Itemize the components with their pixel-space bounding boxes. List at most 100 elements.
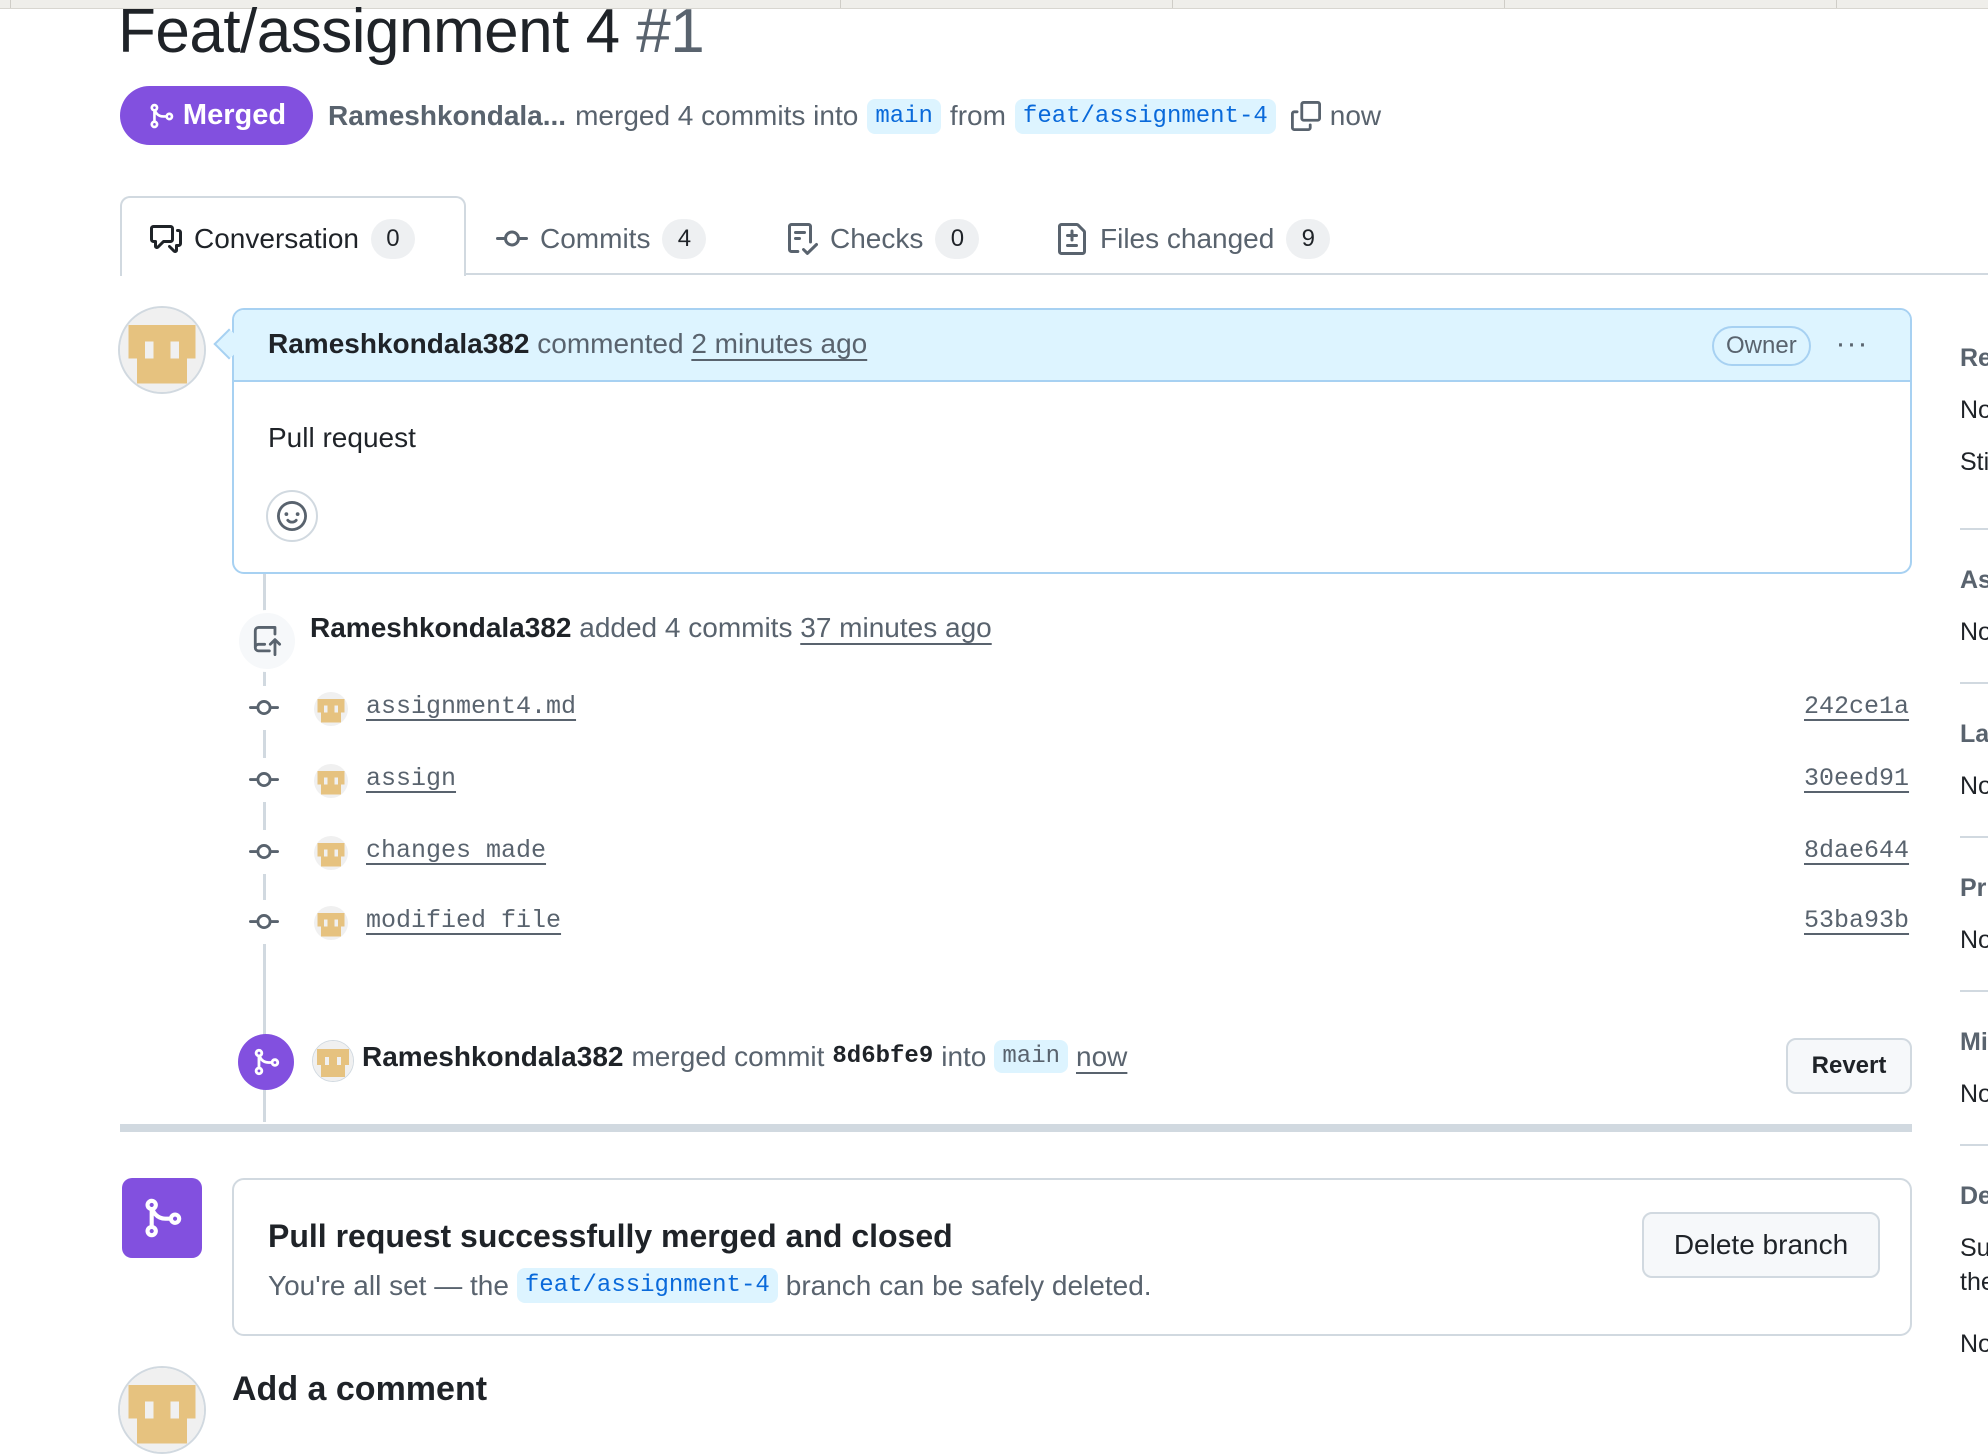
state-badge: Merged: [120, 86, 313, 145]
page-title: Feat/assignment 4 #1: [118, 0, 705, 70]
commit-message-link[interactable]: modified file: [366, 906, 561, 935]
comment-body: Pull request: [268, 422, 416, 453]
avatar[interactable]: [314, 836, 348, 870]
tab-conversation-label: Conversation: [194, 223, 359, 254]
sidebar-development-none: No: [1960, 1330, 1988, 1358]
avatar[interactable]: [314, 906, 348, 940]
sidebar-assignees-heading[interactable]: As: [1960, 566, 1988, 595]
merge-event-time-link[interactable]: now: [1076, 1041, 1127, 1073]
add-reaction-button[interactable]: [266, 490, 318, 542]
list-item: changes made 8dae644: [248, 830, 1909, 874]
timeline-divider: [120, 1124, 1912, 1132]
tab-commits-label: Commits: [540, 223, 651, 254]
avatar[interactable]: [118, 306, 206, 394]
commit-message-link[interactable]: assign: [366, 764, 456, 793]
comment-box: Rameshkondala382 commented 2 minutes ago…: [232, 308, 1912, 574]
sidebar-projects-text: No: [1960, 926, 1988, 954]
tab-checks-count: 0: [935, 219, 980, 259]
sidebar-reviewers-suggest: Sti: [1960, 448, 1988, 476]
git-commit-icon: [496, 230, 528, 247]
from-text: from: [949, 100, 1006, 131]
tab-checks-label: Checks: [830, 223, 924, 254]
tab-conversation-count: 0: [370, 219, 415, 259]
merged-subtitle: You're all set — the feat/assignment-4 b…: [268, 1268, 1152, 1303]
sidebar-development-heading[interactable]: De: [1960, 1182, 1988, 1211]
tab-checks[interactable]: Checks 0: [786, 208, 980, 270]
commit-message-link[interactable]: assignment4.md: [366, 692, 576, 721]
git-commit-icon: [248, 758, 280, 802]
revert-button[interactable]: Revert: [1786, 1038, 1912, 1094]
tab-files-changed-count: 9: [1286, 219, 1331, 259]
copy-icon[interactable]: [1290, 101, 1321, 131]
pr-action-text: merged 4 commits into: [575, 100, 859, 131]
comment-header: Rameshkondala382 commented 2 minutes ago…: [234, 310, 1910, 382]
merged-subtitle-before: You're all set — the: [268, 1269, 509, 1301]
git-merge-icon: [150, 103, 174, 128]
tab-files-changed-label: Files changed: [1100, 223, 1275, 254]
sidebar-labels-heading[interactable]: La: [1960, 720, 1988, 749]
sidebar-reviewers-text: No: [1960, 396, 1988, 424]
tab-commits-count: 4: [662, 219, 707, 259]
commit-sha-link[interactable]: 30eed91: [1804, 764, 1909, 793]
sidebar-divider: [1960, 990, 1988, 992]
commit-message-link[interactable]: changes made: [366, 836, 546, 865]
merge-event-text: merged commit: [631, 1040, 825, 1072]
comment-time-link[interactable]: 2 minutes ago: [691, 328, 867, 359]
merge-event-badge: [238, 1034, 294, 1090]
sidebar-milestone-text: No: [1960, 1080, 1988, 1108]
avatar[interactable]: [314, 764, 348, 798]
merged-title: Pull request successfully merged and clo…: [268, 1218, 953, 1254]
avatar[interactable]: [312, 1040, 354, 1082]
comment-author-link[interactable]: Rameshkondala382: [268, 328, 529, 359]
pr-author-link[interactable]: Rameshkondala...: [328, 100, 566, 132]
kebab-menu-icon[interactable]: ···: [1832, 326, 1872, 362]
smiley-icon: [277, 501, 307, 531]
add-comment-heading: Add a comment: [232, 1370, 488, 1408]
sidebar-reviewers-heading[interactable]: Re: [1960, 344, 1988, 373]
sidebar-divider: [1960, 836, 1988, 838]
git-commit-icon: [248, 900, 280, 944]
sidebar-milestone-heading[interactable]: Mi: [1960, 1028, 1988, 1057]
avatar[interactable]: [118, 1366, 206, 1454]
commits-event-text: added 4 commits: [579, 612, 793, 643]
sidebar-divider: [1960, 1144, 1988, 1146]
merge-event-into: into: [941, 1040, 987, 1072]
repo-push-icon: [253, 626, 282, 656]
sidebar-divider: [1960, 528, 1988, 530]
checklist-icon: [788, 223, 818, 255]
sidebar-development-text: Su: [1960, 1234, 1988, 1262]
head-branch[interactable]: feat/assignment-4: [1014, 98, 1276, 134]
sidebar-divider: [1960, 682, 1988, 684]
commit-sha-link[interactable]: 53ba93b: [1804, 906, 1909, 935]
merged-head-branch[interactable]: feat/assignment-4: [516, 1268, 778, 1303]
pr-number: #1: [636, 0, 705, 66]
commit-sha-link[interactable]: 242ce1a: [1804, 692, 1909, 721]
merged-status-box: Pull request successfully merged and clo…: [232, 1178, 1912, 1336]
commits-event-author-link[interactable]: Rameshkondala382: [310, 612, 571, 643]
commits-event-time-link[interactable]: 37 minutes ago: [800, 612, 991, 643]
merge-event-author-link[interactable]: Rameshkondala382: [362, 1041, 623, 1073]
sidebar-development-text-2: the: [1960, 1268, 1988, 1296]
commit-sha-link[interactable]: 8dae644: [1804, 836, 1909, 865]
sidebar-assignees-text: No: [1960, 618, 1988, 646]
tab-conversation[interactable]: Conversation 0: [150, 208, 415, 270]
avatar[interactable]: [314, 692, 348, 726]
comment-discussion-icon: [150, 225, 182, 253]
comment-verb: commented: [537, 328, 684, 359]
merge-target-branch[interactable]: main: [994, 1040, 1068, 1073]
commits-event: Rameshkondala382 added 4 commits 37 minu…: [310, 612, 992, 644]
owner-badge: Owner: [1712, 326, 1811, 366]
sidebar-projects-heading[interactable]: Pr: [1960, 874, 1986, 903]
merge-commit-sha[interactable]: 8d6bfe9: [832, 1043, 933, 1070]
state-label: Merged: [182, 99, 287, 131]
merge-status-icon-box: [122, 1178, 202, 1258]
delete-branch-button[interactable]: Delete branch: [1642, 1212, 1880, 1278]
tab-commits[interactable]: Commits 4: [496, 208, 707, 270]
list-item: modified file 53ba93b: [248, 900, 1909, 944]
git-merge-icon: [254, 1048, 280, 1076]
pr-title: Feat/assignment 4: [118, 0, 620, 66]
git-merge-icon: [145, 1198, 182, 1238]
sidebar-labels-text: No: [1960, 772, 1988, 800]
tab-files-changed[interactable]: Files changed 9: [1056, 208, 1331, 270]
base-branch[interactable]: main: [867, 98, 941, 134]
